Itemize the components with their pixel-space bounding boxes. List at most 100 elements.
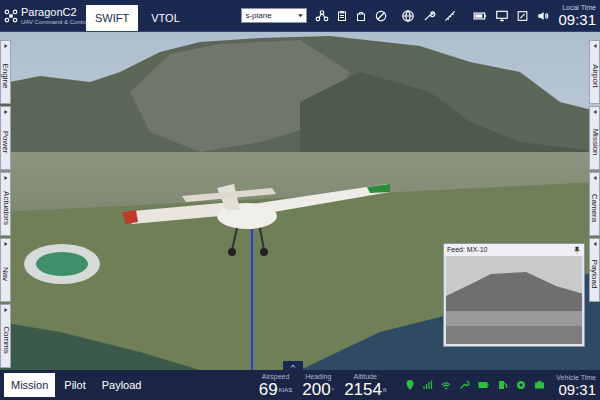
clipboard-icon[interactable] (336, 9, 348, 23)
panel-tab[interactable]: Camera (589, 172, 600, 236)
vehicle-time-label: Vehicle Time (556, 374, 596, 381)
panel-tab-label: Airport (589, 64, 600, 88)
readout-value: 69 (259, 381, 278, 398)
vehicle-type-tab[interactable]: SWIFT (86, 5, 138, 31)
view-tab-label: Mission (11, 377, 48, 394)
readout-label: Airspeed (262, 373, 290, 380)
toolbar-icons (315, 9, 550, 23)
vehicle-select-value: s-plane (245, 10, 271, 22)
expand-arrow-icon (3, 43, 9, 49)
battery-icon (472, 9, 488, 23)
view-tab[interactable]: Mission (4, 373, 55, 397)
panel-tab-label: Engine (0, 64, 12, 89)
app-name: ParagonC2 (21, 7, 89, 18)
drone-logo-icon (4, 9, 18, 23)
globe-icon[interactable] (401, 9, 415, 23)
vehicle-type-tabs: SWIFT VTOL (86, 0, 189, 31)
panel-tab-label: Camera (589, 194, 600, 222)
bag-icon[interactable] (355, 9, 367, 23)
expand-arrow-icon (592, 241, 598, 247)
panel-tab-label: Comms (0, 326, 12, 354)
readout: Heading200° (302, 373, 334, 398)
local-time-label: Local Time (562, 4, 596, 11)
status-icons (404, 379, 546, 391)
right-panel-tabs: Airport Mission Camera Payload (589, 40, 600, 302)
camera-status-icon (533, 379, 546, 391)
expand-arrow-icon (592, 109, 598, 115)
view-tabs: Mission Pilot Payload (4, 370, 148, 400)
dropdown-arrow-icon (297, 12, 304, 19)
app-subtitle: UAV Command & Control (21, 19, 89, 25)
readout-value: 200 (302, 381, 330, 398)
panel-tab[interactable]: Engine (0, 40, 11, 104)
video-feed-header: Feed: MX-10 (444, 244, 584, 256)
chevron-up-icon (289, 363, 297, 369)
panel-tab[interactable]: Payload (589, 238, 600, 302)
gps-status-icon (404, 379, 416, 391)
map-view[interactable]: Engine Power Actuators Nav Comms Airport Missi… (0, 32, 600, 370)
readout: Airspeed69KIAS (259, 373, 293, 398)
readout: Altitude2154ft (344, 373, 386, 398)
panel-tab-label: Power (0, 131, 12, 154)
readout-label: Altitude (354, 373, 377, 380)
local-time: Local Time09:31 (558, 4, 596, 27)
panel-toggle-handle[interactable] (283, 361, 303, 370)
panel-tab[interactable]: Airport (589, 40, 600, 104)
pin-icon[interactable] (573, 246, 581, 254)
readout-unit: KIAS (279, 387, 293, 393)
network-icon[interactable] (315, 9, 329, 23)
local-time-value: 09:31 (558, 12, 596, 27)
flight-readouts: Airspeed69KIAS Heading200° Altitude2154ft (259, 373, 387, 398)
edit-icon[interactable] (516, 9, 529, 23)
ruler-icon[interactable] (443, 9, 457, 23)
top-bar: ParagonC2UAV Command & Control SWIFT VTOL s… (0, 0, 600, 32)
vehicle-time: Vehicle Time09:31 (556, 374, 596, 397)
panel-tab-label: Mission (589, 128, 600, 155)
no-fly-icon[interactable] (374, 9, 388, 23)
link-status-icon (422, 379, 434, 391)
vehicle-type-tab[interactable]: VTOL (142, 5, 189, 31)
panel-tab[interactable]: Nav (0, 238, 11, 302)
panel-tab[interactable]: Comms (0, 304, 11, 368)
readout-unit: ° (332, 387, 334, 393)
app-logo: ParagonC2UAV Command & Control (4, 7, 84, 25)
view-tab-label: Pilot (64, 377, 85, 394)
aircraft-icon (122, 180, 392, 260)
speaker-icon[interactable] (536, 9, 550, 23)
panel-tab-label: Nav (0, 267, 12, 281)
panel-tab[interactable]: Mission (589, 106, 600, 170)
view-tab-label: Payload (102, 377, 142, 394)
readout-label: Heading (305, 373, 331, 380)
expand-arrow-icon (3, 241, 9, 247)
wrench-status-icon (458, 379, 470, 391)
battery-status-icon (476, 379, 491, 391)
panel-tab[interactable]: Actuators (0, 172, 11, 236)
left-panel-tabs: Engine Power Actuators Nav Comms (0, 40, 11, 368)
engine-status-icon (515, 379, 527, 391)
app-title: ParagonC2UAV Command & Control (21, 7, 89, 25)
vehicle-time-value: 09:31 (558, 382, 596, 397)
expand-arrow-icon (592, 175, 598, 181)
view-tab[interactable]: Pilot (57, 373, 92, 397)
panel-tab-label: Payload (589, 260, 600, 289)
tab-label: SWIFT (95, 10, 129, 27)
expand-arrow-icon (592, 43, 598, 49)
video-feed-image (446, 256, 582, 344)
readout-value: 2154 (344, 381, 382, 398)
wrench-icon[interactable] (422, 9, 436, 23)
panel-tab[interactable]: Power (0, 106, 11, 170)
tab-label: VTOL (151, 10, 180, 27)
fuel-status-icon (497, 379, 509, 391)
view-tab[interactable]: Payload (95, 373, 149, 397)
monitor-icon[interactable] (495, 9, 509, 23)
panel-tab-label: Actuators (0, 191, 12, 225)
vehicle-select[interactable]: s-plane (241, 8, 307, 23)
signal-status-icon (440, 379, 452, 391)
video-feed-panel[interactable]: Feed: MX-10 (443, 243, 585, 347)
expand-arrow-icon (3, 109, 9, 115)
expand-arrow-icon (3, 307, 9, 313)
readout-unit: ft (383, 387, 386, 393)
bottom-bar: Mission Pilot Payload Airspeed69KIAS Heading… (0, 370, 600, 400)
expand-arrow-icon (3, 175, 9, 181)
video-feed-title: Feed: MX-10 (447, 245, 487, 256)
